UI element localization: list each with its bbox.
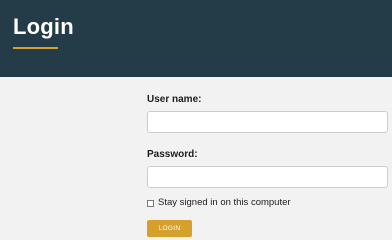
login-button[interactable]: LOGIN (147, 220, 192, 237)
page-title: Login (13, 14, 74, 39)
title-underline (13, 47, 58, 49)
login-form: User name: Password: Stay signed in on t… (147, 94, 392, 237)
password-input[interactable] (147, 166, 388, 188)
remember-me-row[interactable]: Stay signed in on this computer (147, 197, 392, 209)
password-label: Password: (147, 149, 198, 160)
remember-me-label[interactable]: Stay signed in on this computer (158, 197, 291, 209)
username-label: User name: (147, 94, 202, 105)
page-header: Login (0, 0, 392, 77)
remember-me-checkbox[interactable] (147, 199, 154, 207)
username-input[interactable] (147, 111, 388, 133)
